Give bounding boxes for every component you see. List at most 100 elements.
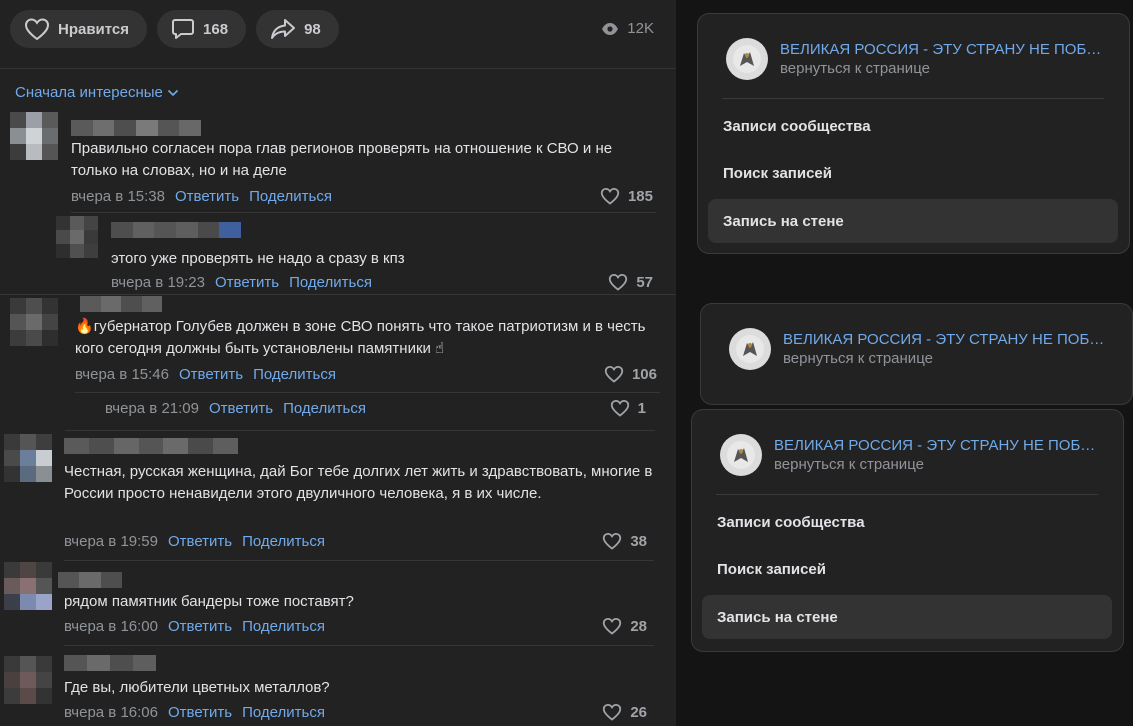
- avatar[interactable]: [10, 298, 58, 346]
- community-menu-card: ВЕЛИКАЯ РОССИЯ - ЭТУ СТРАНУ НЕ ПОБ… верн…: [697, 13, 1130, 254]
- reply-link[interactable]: Ответить: [179, 366, 243, 383]
- comment-like-button[interactable]: 57: [608, 273, 653, 291]
- comment-time[interactable]: вчера в 16:00: [64, 618, 158, 635]
- heart-icon: [603, 703, 622, 721]
- comment-time[interactable]: вчера в 19:23: [111, 274, 205, 291]
- comment-meta: вчера в 19:59 Ответить Поделиться: [64, 533, 325, 550]
- comment-divider: [64, 560, 654, 561]
- right-panel: ВЕЛИКАЯ РОССИЯ - ЭТУ СТРАНУ НЕ ПОБ… верн…: [676, 0, 1133, 726]
- community-link[interactable]: ВЕЛИКАЯ РОССИЯ - ЭТУ СТРАНУ НЕ ПОБ… верн…: [729, 328, 1104, 370]
- author-name[interactable]: [64, 438, 239, 454]
- like-label: Нравится: [58, 20, 130, 38]
- like-count: 106: [631, 365, 657, 383]
- comment-meta: вчера в 15:46 Ответить Поделиться: [75, 366, 336, 383]
- comment-like-button[interactable]: 185: [600, 187, 653, 205]
- menu-item-search-posts[interactable]: Поиск записей: [708, 151, 1118, 195]
- share-link[interactable]: Поделиться: [249, 188, 332, 205]
- back-link[interactable]: вернуться к странице: [774, 456, 1095, 473]
- comment-time[interactable]: вчера в 19:59: [64, 533, 158, 550]
- avatar[interactable]: [4, 562, 52, 610]
- reply-link[interactable]: Ответить: [168, 704, 232, 721]
- comment-like-button[interactable]: 1: [610, 399, 646, 417]
- share-link[interactable]: Поделиться: [242, 618, 325, 635]
- shares-count: 98: [304, 20, 321, 38]
- like-count: 38: [630, 532, 647, 550]
- comment-like-button[interactable]: 38: [602, 532, 647, 550]
- actions-divider: [0, 68, 676, 69]
- avatar[interactable]: [10, 112, 58, 160]
- share-button[interactable]: 98: [256, 10, 339, 48]
- share-link[interactable]: Поделиться: [242, 533, 325, 550]
- comments-count: 168: [203, 20, 229, 38]
- share-link[interactable]: Поделиться: [289, 274, 372, 291]
- author-name[interactable]: [58, 572, 122, 588]
- eagle-icon: [736, 335, 764, 363]
- comment-divider: [71, 212, 656, 213]
- share-link[interactable]: Поделиться: [283, 400, 366, 417]
- comment-text: Честная, русская женщина, дай Бог тебе д…: [64, 463, 653, 502]
- sort-dropdown[interactable]: Сначала интересные: [15, 84, 179, 101]
- community-menu-card: ВЕЛИКАЯ РОССИЯ - ЭТУ СТРАНУ НЕ ПОБ… верн…: [700, 303, 1133, 405]
- comment-text: 🔥губернатор Голубев должен в зоне СВО по…: [75, 318, 646, 357]
- like-count: 28: [630, 617, 647, 635]
- comment-text: рядом памятник бандеры тоже поставят?: [64, 593, 354, 610]
- comment-time[interactable]: вчера в 21:09: [105, 400, 199, 417]
- heart-icon: [603, 532, 622, 550]
- heart-icon: [609, 273, 628, 291]
- community-name: ВЕЛИКАЯ РОССИЯ - ЭТУ СТРАНУ НЕ ПОБ…: [780, 41, 1102, 58]
- menu-item-search-posts[interactable]: Поиск записей: [702, 547, 1112, 591]
- like-button[interactable]: Нравится: [10, 10, 148, 48]
- like-count: 57: [636, 273, 653, 291]
- back-link[interactable]: вернуться к странице: [780, 60, 1101, 77]
- community-logo: [720, 434, 762, 476]
- like-count: 26: [630, 703, 647, 721]
- back-link[interactable]: вернуться к странице: [783, 350, 1104, 367]
- like-count: 185: [627, 187, 653, 205]
- heart-icon: [600, 187, 620, 205]
- reply-link[interactable]: Ответить: [168, 618, 232, 635]
- community-menu-card: ВЕЛИКАЯ РОССИЯ - ЭТУ СТРАНУ НЕ ПОБ… верн…: [691, 409, 1124, 652]
- comment-time[interactable]: вчера в 15:46: [75, 366, 169, 383]
- views-counter: 12K: [601, 20, 654, 37]
- avatar[interactable]: [4, 656, 52, 704]
- community-name: ВЕЛИКАЯ РОССИЯ - ЭТУ СТРАНУ НЕ ПОБ…: [774, 437, 1096, 454]
- avatar[interactable]: [56, 216, 98, 258]
- heart-icon: [604, 365, 624, 383]
- menu-item-community-posts[interactable]: Записи сообщества: [708, 104, 1118, 148]
- community-logo: [729, 328, 771, 370]
- author-name[interactable]: [71, 120, 202, 136]
- avatar[interactable]: [4, 434, 52, 482]
- reply-link[interactable]: Ответить: [209, 400, 273, 417]
- comment-like-button[interactable]: 106: [604, 365, 657, 383]
- reply-link[interactable]: Ответить: [215, 274, 279, 291]
- community-name: ВЕЛИКАЯ РОССИЯ - ЭТУ СТРАНУ НЕ ПОБ…: [783, 331, 1105, 348]
- comment-like-button[interactable]: 28: [602, 617, 647, 635]
- author-name[interactable]: [80, 296, 162, 312]
- menu-item-wall-post[interactable]: Запись на стене: [708, 199, 1118, 243]
- comment-like-button[interactable]: 26: [602, 703, 647, 721]
- reply-link[interactable]: Ответить: [168, 533, 232, 550]
- eagle-icon: [727, 441, 755, 469]
- heart-icon: [24, 18, 50, 41]
- comment-text: Где вы, любители цветных металлов?: [64, 679, 330, 696]
- community-link[interactable]: ВЕЛИКАЯ РОССИЯ - ЭТУ СТРАНУ НЕ ПОБ… верн…: [726, 38, 1101, 80]
- comment-time[interactable]: вчера в 16:06: [64, 704, 158, 721]
- comment-meta: вчера в 16:00 Ответить Поделиться: [64, 618, 325, 635]
- chevron-down-icon: [167, 89, 178, 96]
- author-name[interactable]: [64, 655, 156, 671]
- comments-button[interactable]: 168: [157, 10, 247, 48]
- share-link[interactable]: Поделиться: [242, 704, 325, 721]
- comment-text: этого уже проверять не надо а сразу в кп…: [111, 250, 405, 267]
- reply-link[interactable]: Ответить: [175, 188, 239, 205]
- heart-icon: [610, 399, 629, 417]
- card-divider: [722, 98, 1104, 99]
- share-link[interactable]: Поделиться: [253, 366, 336, 383]
- community-link[interactable]: ВЕЛИКАЯ РОССИЯ - ЭТУ СТРАНУ НЕ ПОБ… верн…: [720, 434, 1095, 476]
- author-name[interactable]: [111, 222, 242, 238]
- menu-item-wall-post[interactable]: Запись на стене: [702, 595, 1112, 639]
- fire-emoji: 🔥: [75, 318, 94, 335]
- comment-meta: вчера в 16:06 Ответить Поделиться: [64, 704, 325, 721]
- comment-divider: [0, 294, 676, 295]
- menu-item-community-posts[interactable]: Записи сообщества: [702, 500, 1112, 544]
- comment-time[interactable]: вчера в 15:38: [71, 188, 165, 205]
